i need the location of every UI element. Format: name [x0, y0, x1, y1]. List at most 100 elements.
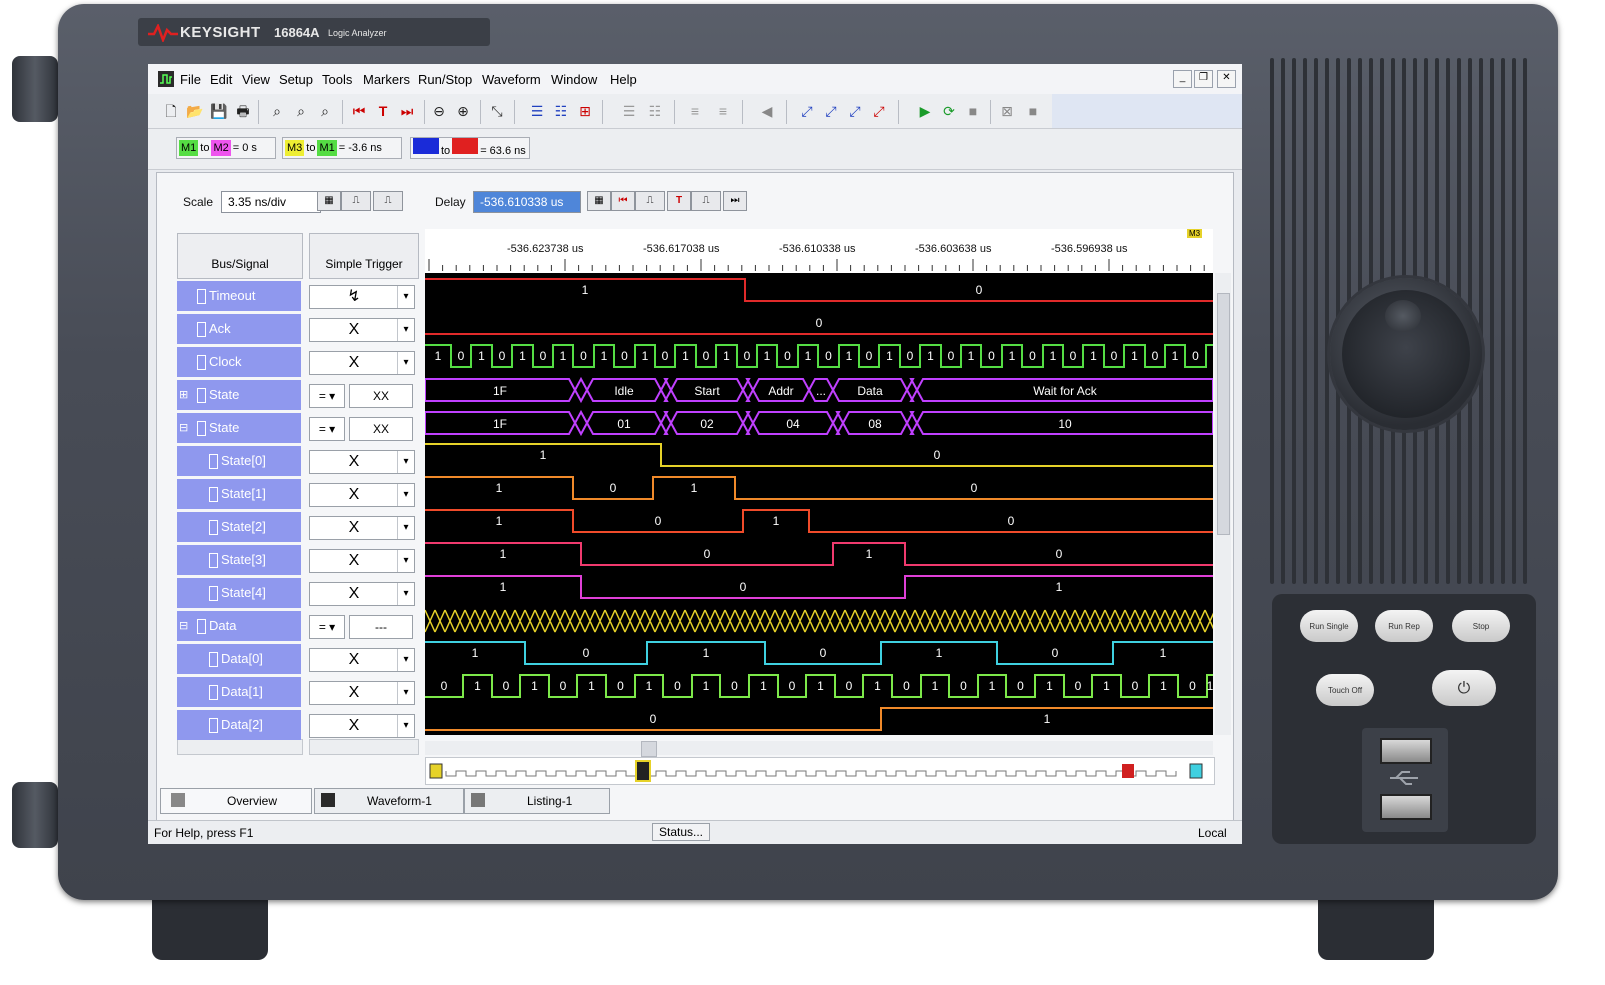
chevron-down-icon[interactable]: ▾: [397, 682, 414, 704]
signal-row[interactable]: Data[0]: [177, 644, 301, 674]
signal-row[interactable]: State[2]: [177, 512, 301, 542]
delay-start-icon[interactable]: ⏮: [611, 191, 635, 211]
restore-button[interactable]: ❐: [1194, 70, 1213, 88]
menu-help[interactable]: Help: [610, 72, 637, 87]
save-icon[interactable]: 💾: [210, 102, 228, 120]
scale-calc-icon[interactable]: ▦: [317, 191, 341, 211]
chevron-down-icon[interactable]: ▾: [397, 484, 414, 506]
signal-row[interactable]: Data[1]: [177, 677, 301, 707]
find-prev-icon[interactable]: ⌕: [292, 102, 310, 120]
signal-row[interactable]: ⊟ Data: [177, 611, 301, 641]
signal-row[interactable]: ⊟ State: [177, 413, 301, 443]
trigger-select[interactable]: = ▾: [309, 615, 345, 639]
menu-run-stop[interactable]: Run/Stop: [418, 72, 472, 87]
trigger-select[interactable]: X ▾: [309, 483, 415, 507]
tab-listing-1[interactable]: Listing-1: [464, 788, 610, 814]
zoom-out-icon[interactable]: ⊖: [430, 102, 448, 120]
menu-tools[interactable]: Tools: [322, 72, 352, 87]
trigger-select[interactable]: X ▾: [309, 351, 415, 375]
trigger-value-input[interactable]: XX: [349, 417, 413, 441]
chevron-down-icon[interactable]: ▾: [397, 286, 414, 308]
power-button[interactable]: ⏻: [1432, 670, 1496, 706]
trigger-value-input[interactable]: ---: [349, 615, 413, 639]
touch-off-button[interactable]: Touch Off: [1316, 674, 1374, 706]
delay-calc-icon[interactable]: ▦: [587, 191, 611, 211]
marker-measurement-1[interactable]: M1 to M2 = 0 s: [176, 137, 276, 159]
close-button[interactable]: ✕: [1217, 70, 1236, 88]
signal-row[interactable]: Data[2]: [177, 710, 301, 740]
waveform-vscrollbar[interactable]: [1215, 273, 1231, 735]
marker-measurement-3[interactable]: to = 63.6 ns: [410, 137, 530, 159]
trigger-select[interactable]: X ▾: [309, 582, 415, 606]
trigger-select[interactable]: ↯ ▾: [309, 285, 415, 309]
go-to-trigger-icon[interactable]: T: [374, 102, 392, 120]
signal-row[interactable]: State[3]: [177, 545, 301, 575]
signal-list-hscrollbar[interactable]: [177, 739, 303, 755]
marker-tool-4-icon[interactable]: ⤢: [870, 102, 888, 120]
trigger-list-hscrollbar[interactable]: [309, 739, 419, 755]
bus-properties-icon[interactable]: ☷: [552, 102, 570, 120]
delay-next-edge-icon[interactable]: ⎍: [691, 191, 721, 211]
menu-window[interactable]: Window: [551, 72, 597, 87]
tab-waveform-1[interactable]: Waveform-1: [314, 788, 464, 814]
vscroll-thumb[interactable]: [1217, 293, 1230, 535]
run-icon[interactable]: ▶: [916, 102, 934, 120]
open-folder-icon[interactable]: 📂: [186, 102, 204, 120]
delay-prev-edge-icon[interactable]: ⎍: [635, 191, 665, 211]
chevron-down-icon[interactable]: ▾: [397, 319, 414, 341]
signal-row[interactable]: State[0]: [177, 446, 301, 476]
tab-overview[interactable]: Overview: [160, 788, 312, 814]
hscroll-thumb[interactable]: [641, 741, 657, 757]
chevron-down-icon[interactable]: ▾: [397, 583, 414, 605]
stop-button[interactable]: Stop: [1452, 610, 1510, 642]
menu-waveform[interactable]: Waveform: [482, 72, 541, 87]
trigger-select[interactable]: X ▾: [309, 549, 415, 573]
new-file-icon[interactable]: 🗋: [162, 102, 180, 120]
waveform-display[interactable]: 1 001 0 1 0 1 0 1 0 1 0 1 0 1 0 1 0 1 0 1 0 1 0 1 0 1 0 1 0 1 0 1 0 1 0 1 0 1…: [425, 273, 1213, 735]
chevron-down-icon[interactable]: ▾: [397, 649, 414, 671]
marker-measurement-2[interactable]: M3 to M1 = -3.6 ns: [282, 137, 402, 159]
chevron-down-icon[interactable]: ▾: [397, 715, 414, 737]
expand-toggle-icon[interactable]: ⊞: [179, 380, 188, 410]
trigger-setup-icon[interactable]: ⊞: [576, 102, 594, 120]
go-to-start-icon[interactable]: ⏮: [350, 102, 368, 120]
zoom-in-icon[interactable]: ⊕: [454, 102, 472, 120]
acquisition-overview-strip[interactable]: [425, 757, 1215, 785]
signal-row[interactable]: Ack: [177, 314, 301, 344]
delay-end-icon[interactable]: ⏭: [723, 191, 747, 211]
m3-marker-flag[interactable]: M3: [1187, 229, 1203, 238]
run-repetitive-icon[interactable]: ⟳: [940, 102, 958, 120]
run-rep-button[interactable]: Run Rep: [1375, 610, 1433, 642]
scale-decrease-icon[interactable]: ⎍: [341, 191, 371, 211]
find-next-icon[interactable]: ⌕: [316, 102, 334, 120]
menu-edit[interactable]: Edit: [210, 72, 232, 87]
go-to-end-icon[interactable]: ⏭: [398, 102, 416, 120]
trigger-select[interactable]: = ▾: [309, 384, 345, 408]
delay-input[interactable]: -536.610338 us: [473, 191, 581, 213]
menu-markers[interactable]: Markers: [363, 72, 410, 87]
expand-toggle-icon[interactable]: ⊟: [179, 413, 188, 443]
add-bus-signal-icon[interactable]: ☰: [528, 102, 546, 120]
trigger-value-input[interactable]: XX: [349, 384, 413, 408]
zoom-fit-icon[interactable]: ⤡: [488, 102, 506, 120]
simple-trigger-column-header[interactable]: Simple Trigger: [309, 233, 419, 279]
chevron-down-icon[interactable]: ▾: [397, 451, 414, 473]
marker-tool-1-icon[interactable]: ⤢: [798, 102, 816, 120]
find-icon[interactable]: ⌕: [268, 102, 286, 120]
scale-increase-icon[interactable]: ⎍: [373, 191, 403, 211]
minimize-button[interactable]: _: [1173, 70, 1192, 88]
signal-row[interactable]: Timeout: [177, 281, 301, 311]
signal-row[interactable]: ⊞ State: [177, 380, 301, 410]
signal-row[interactable]: State[4]: [177, 578, 301, 608]
marker-tool-3-icon[interactable]: ⤢: [846, 102, 864, 120]
trigger-select[interactable]: X ▾: [309, 681, 415, 705]
expand-toggle-icon[interactable]: ⊟: [179, 611, 188, 641]
trigger-select[interactable]: = ▾: [309, 417, 345, 441]
status-button[interactable]: Status...: [652, 823, 710, 841]
stop-icon[interactable]: ■: [964, 102, 982, 120]
delay-trigger-icon[interactable]: T: [667, 191, 691, 211]
chevron-down-icon[interactable]: ▾: [397, 550, 414, 572]
usb-port-bottom[interactable]: [1380, 794, 1432, 820]
trigger-select[interactable]: X ▾: [309, 450, 415, 474]
chevron-down-icon[interactable]: ▾: [397, 352, 414, 374]
